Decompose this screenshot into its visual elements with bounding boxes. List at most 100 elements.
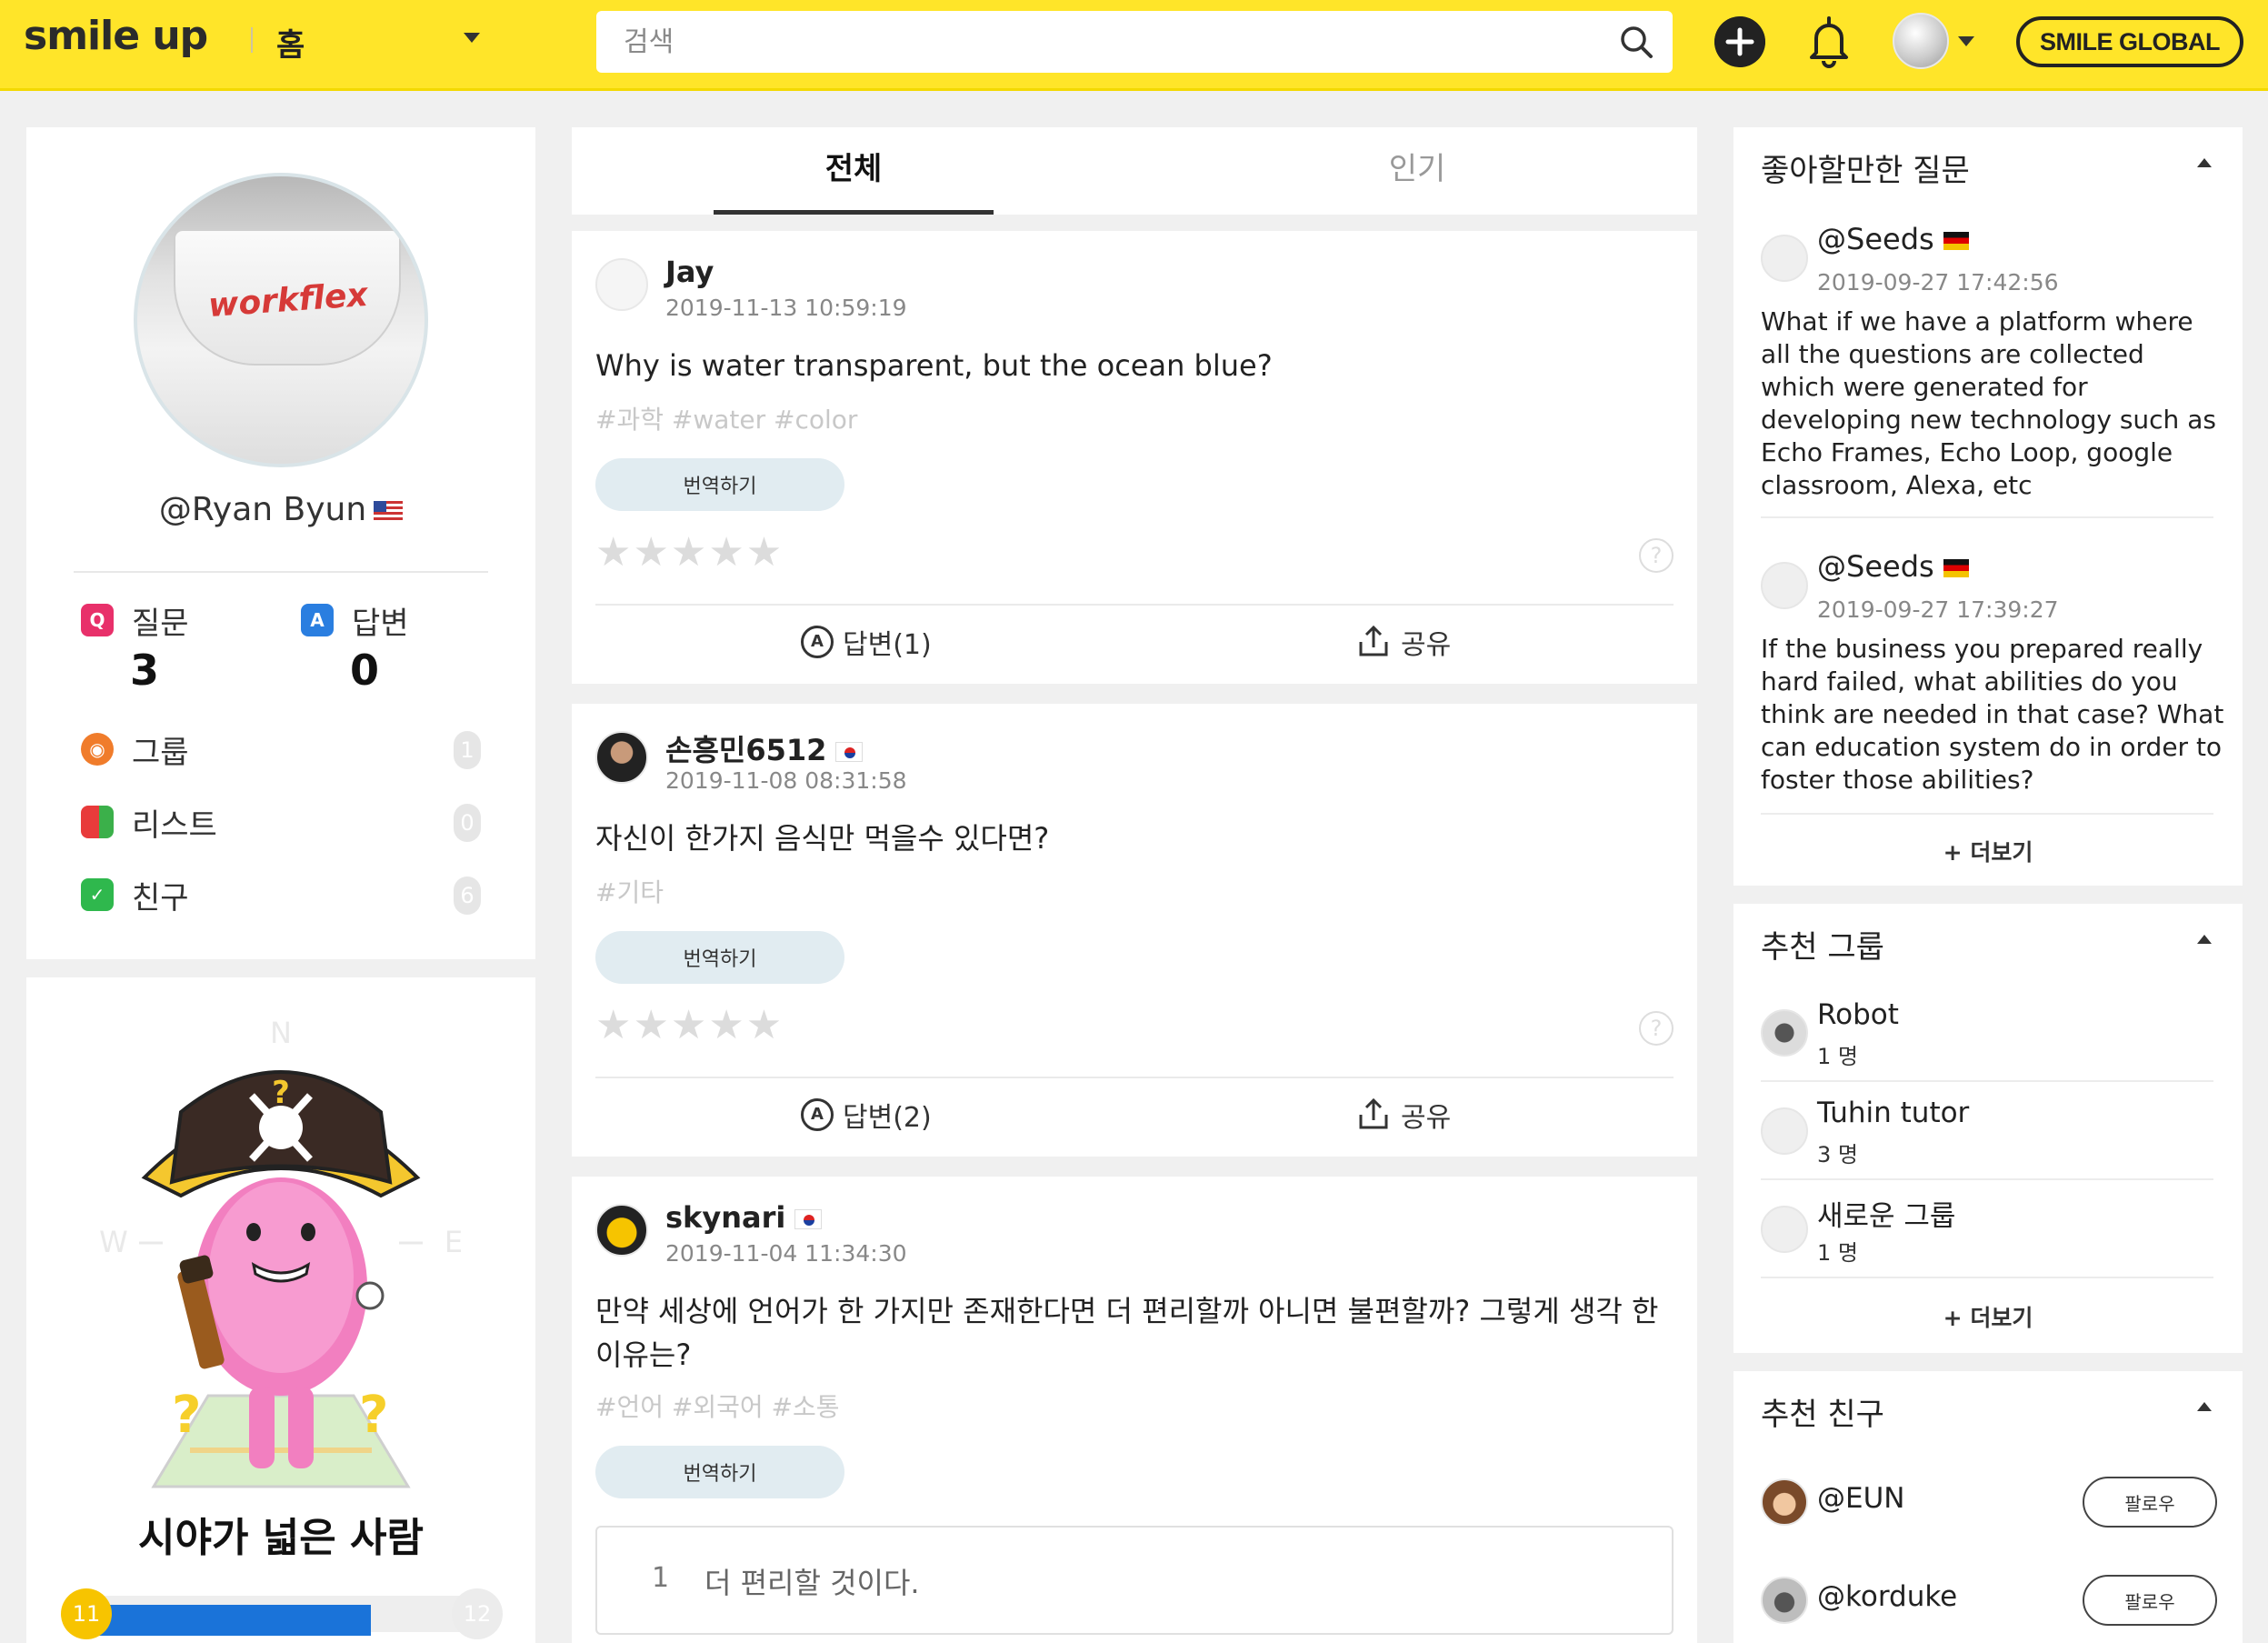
star-rating[interactable]: ★★★★★ [595,529,784,576]
question-tags[interactable]: #언어 #외국어 #소통 [595,1388,840,1424]
post-author[interactable]: Jay [665,255,714,289]
answer-icon: A [301,604,334,636]
sidebar-item-list[interactable]: 리스트 [132,800,217,845]
group-member-count: 1 명 [1817,1044,1858,1069]
profile-photo[interactable]: workflex [134,173,428,467]
divider [1761,1080,2213,1082]
group-name[interactable]: Robot [1817,998,1899,1031]
post-author-name: 손흥민6512 [665,733,827,767]
question-text[interactable]: 자신이 한가지 음식만 먹을수 있다면? [595,816,1677,860]
compass-n: N [270,1016,292,1050]
profile-name[interactable]: @Ryan Byun [26,491,535,528]
divider [1761,1277,2213,1278]
question-timestamp: 2019-09-27 17:42:56 [1817,269,2059,296]
star-rating[interactable]: ★★★★★ [595,1002,784,1048]
tab-popular[interactable]: 인기 [1277,127,1557,215]
help-icon[interactable]: ? [1639,1011,1674,1046]
search-input[interactable] [624,22,1605,62]
chevron-down-icon[interactable] [464,33,480,43]
suggested-questions-title: 좋아할만한 질문 [1761,153,1970,189]
friend-name[interactable]: @EUN [1817,1482,1904,1515]
post-author[interactable]: 손흥민6512 [665,727,864,769]
question-text[interactable]: Why is water transparent, but the ocean … [595,344,1677,387]
share-label: 공유 [1401,1102,1452,1134]
chevron-down-icon[interactable] [1958,36,1974,46]
answer-icon: A [801,1098,834,1131]
answers-button[interactable]: A 답변(1) [801,622,932,662]
avatar[interactable] [595,258,648,311]
question-label[interactable]: 질문 [132,598,189,643]
friends-icon: ✓ [81,878,114,911]
follow-button[interactable]: 팔로우 [2083,1575,2217,1626]
question-tags[interactable]: #과학 #water #color [595,400,857,436]
smileup-logo[interactable]: smile up [24,13,208,59]
suggested-question-text[interactable]: What if we have a platform where all the… [1761,306,2224,502]
current-level-badge: 11 [61,1588,112,1639]
question-count[interactable]: 3 [130,646,159,695]
answers-button[interactable]: A 답변(2) [801,1095,932,1135]
group-name[interactable]: 새로운 그룹 [1817,1193,1955,1234]
help-icon[interactable]: ? [1639,538,1674,573]
de-flag-icon [1943,559,1969,577]
group-name[interactable]: Tuhin tutor [1817,1097,1969,1129]
avatar[interactable] [1761,235,1808,282]
chevron-up-icon[interactable] [2197,158,2212,167]
friend-name[interactable]: @korduke [1817,1580,1957,1613]
chevron-up-icon[interactable] [2197,935,2212,944]
feed-tabs: 전체 인기 [572,127,1697,215]
avatar[interactable] [1761,1577,1808,1624]
share-button[interactable]: 공유 [1355,1095,1451,1135]
group-avatar[interactable] [1761,1107,1808,1155]
more-groups-link[interactable]: + 더보기 [1733,1300,2243,1333]
sidebar-item-group[interactable]: 그룹 [132,727,189,772]
answer-count[interactable]: 0 [350,646,379,695]
group-avatar[interactable] [1761,1009,1808,1057]
question-tags[interactable]: #기타 [595,873,664,909]
avatar[interactable] [595,1204,648,1257]
avatar[interactable] [1761,562,1808,609]
answer-preview[interactable]: 1 더 편리할 것이다. [595,1526,1674,1635]
share-button[interactable]: 공유 [1355,622,1451,662]
search-icon[interactable] [1618,24,1654,60]
follow-button[interactable]: 팔로우 [2083,1477,2217,1528]
recommended-groups-card: 추천 그룹 Robot 1 명 Tuhin tutor 3 명 새로운 그룹 1… [1733,904,2243,1353]
user-avatar[interactable] [1893,13,1949,69]
answer-icon: A [801,626,834,658]
cup-image: workflex [174,229,401,366]
smile-global-button[interactable]: SMILE GLOBAL [2016,16,2243,67]
translate-button[interactable]: 번역하기 [595,1446,844,1498]
pirate-character-illustration[interactable]: N W E S ? ? ? [81,1005,481,1496]
question-user[interactable]: @Seeds [1817,549,1969,584]
answer-label[interactable]: 답변 [352,598,409,643]
avatar[interactable] [595,731,648,784]
post-author[interactable]: skynari [665,1200,823,1235]
translate-button[interactable]: 번역하기 [595,458,844,511]
svg-text:?: ? [359,1386,388,1445]
home-nav-label[interactable]: 홈 [276,20,305,65]
add-question-icon[interactable] [1714,16,1765,67]
tab-all[interactable]: 전체 [714,127,994,215]
divider [595,604,1674,606]
profile-card: workflex @Ryan Byun Q 질문 3 A 답변 0 ◉ 그룹 1… [26,127,535,959]
suggested-question-text[interactable]: If the business you prepared really hard… [1761,633,2224,796]
group-avatar[interactable] [1761,1206,1808,1253]
more-questions-link[interactable]: + 더보기 [1733,835,2243,867]
sidebar-item-friends[interactable]: 친구 [132,873,189,917]
avatar[interactable] [1761,1478,1808,1526]
chevron-up-icon[interactable] [2197,1402,2212,1411]
group-member-count: 1 명 [1817,1240,1858,1266]
question-user-name: @Seeds [1817,222,1934,256]
notification-bell-icon[interactable] [1803,13,1854,69]
recommended-friends-card: 추천 친구 @EUN 팔로우 @korduke 팔로우 [1733,1371,2243,1643]
question-card: 손흥민6512 2019-11-08 08:31:58 자신이 한가지 음식만 … [572,704,1697,1157]
share-icon [1359,1097,1388,1129]
character-title: 시야가 넓은 사람 [138,1515,424,1561]
question-user[interactable]: @Seeds [1817,222,1969,256]
cup-logo-text: workflex [206,276,369,326]
divider [1761,813,2213,815]
compass-e: E [445,1225,463,1259]
translate-button[interactable]: 번역하기 [595,931,844,984]
post-author-name: skynari [665,1200,786,1235]
question-text[interactable]: 만약 세상에 언어가 한 가지만 존재한다면 더 편리할까 아니면 불편할까? … [595,1289,1659,1377]
answer-text: 더 편리할 것이다. [704,1566,920,1600]
